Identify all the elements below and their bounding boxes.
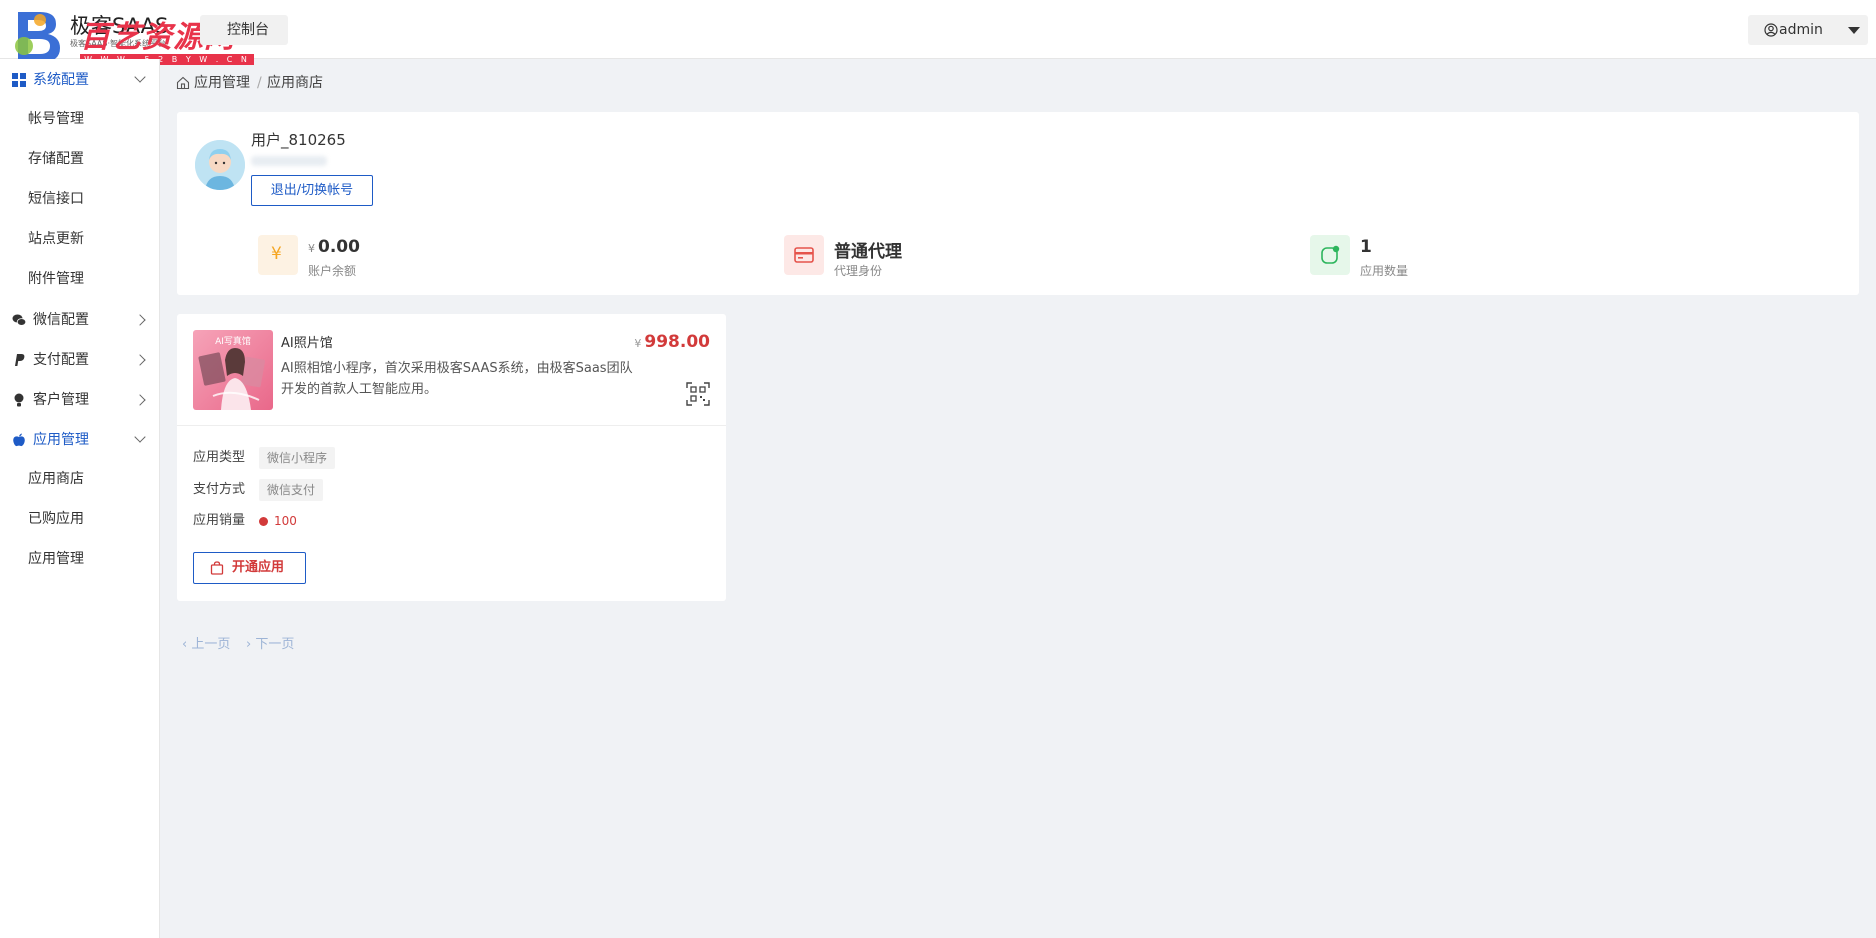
app-description: AI照相馆小程序，首次采用极客SAAS系统，由极客Saas团队开发的首款人工智能… — [281, 361, 633, 397]
sidebar-item-site-update[interactable]: 站点更新 — [28, 227, 84, 251]
sidebar-group-label: 应用管理 — [33, 432, 89, 448]
console-button[interactable]: 控制台 — [200, 15, 288, 45]
yen-icon: ¥ — [258, 235, 298, 275]
sidebar: 系统配置 帐号管理 存储配置 短信接口 站点更新 附件管理 微信配置 支付配置 … — [0, 59, 160, 938]
grid-icon — [12, 73, 26, 87]
sidebar-item-app-store[interactable]: 应用商店 — [28, 467, 84, 491]
sidebar-group-label: 客户管理 — [33, 392, 89, 408]
username: 用户_810265 — [251, 131, 346, 149]
shopping-bag-icon — [210, 561, 224, 575]
price-amount: 998.00 — [644, 332, 710, 352]
qr-code-icon[interactable] — [686, 382, 710, 406]
sidebar-item-attachments[interactable]: 附件管理 — [28, 267, 84, 291]
open-app-button[interactable]: 开通应用 — [193, 552, 306, 584]
open-app-label: 开通应用 — [232, 560, 285, 575]
stat-app-count-caption: 应用数量 — [1360, 264, 1409, 278]
chevron-down-icon — [134, 431, 146, 443]
profile-card: 用户_810265 退出/切换帐号 ¥ ¥0.00 账户余额 普通代理 代理身份 — [177, 112, 1859, 295]
chevron-down-icon — [134, 71, 146, 83]
sidebar-group-apps[interactable]: 应用管理 — [0, 425, 160, 455]
sidebar-item-account[interactable]: 帐号管理 — [28, 107, 84, 131]
apple-icon — [13, 433, 25, 447]
prev-page-link[interactable]: ‹ 上一页 — [182, 634, 230, 656]
user-menu-button[interactable]: admin — [1748, 15, 1868, 45]
app-sales-value: 100 — [274, 514, 297, 528]
breadcrumb-current: 应用商店 — [267, 75, 323, 91]
user-icon — [14, 393, 24, 407]
avatar — [195, 140, 245, 190]
user-circle-icon — [1764, 23, 1778, 37]
chevron-right-icon — [134, 314, 146, 326]
app-type-label: 应用类型 — [193, 450, 246, 465]
breadcrumb-parent[interactable]: 应用管理 — [194, 72, 250, 94]
user-name: admin — [1779, 22, 1823, 38]
currency-symbol: ¥ — [308, 242, 315, 255]
stat-balance-caption: 账户余额 — [308, 264, 357, 278]
top-header: 极客SAAS 极客SAAS·智能化系统平台 百艺资源网 W W W . 5 2 … — [0, 0, 1876, 65]
stat-balance-value: ¥0.00 — [308, 237, 360, 257]
sidebar-item-storage[interactable]: 存储配置 — [28, 147, 84, 171]
breadcrumb-separator: / — [257, 75, 262, 91]
sidebar-group-customers[interactable]: 客户管理 — [0, 385, 160, 415]
sidebar-group-label: 微信配置 — [33, 312, 89, 328]
app-name[interactable]: AI照片馆 — [281, 332, 333, 351]
divider — [177, 425, 726, 426]
logout-switch-button[interactable]: 退出/切换帐号 — [251, 175, 373, 206]
sidebar-item-purchased[interactable]: 已购应用 — [28, 507, 84, 531]
app-payment-tag: 微信支付 — [259, 479, 324, 501]
card-icon — [784, 235, 824, 275]
sidebar-item-sms[interactable]: 短信接口 — [28, 187, 84, 211]
sidebar-group-label: 支付配置 — [33, 352, 89, 368]
console-label: 控制台 — [227, 22, 269, 38]
app-type-tag: 微信小程序 — [259, 447, 336, 469]
currency-symbol: ¥ — [634, 337, 642, 350]
sidebar-group-wechat[interactable]: 微信配置 — [0, 305, 160, 335]
logo-mark-icon — [15, 12, 60, 62]
sales-dot-icon — [259, 517, 268, 526]
avatar-illustration-icon — [195, 140, 245, 190]
next-page-link[interactable]: › 下一页 — [246, 634, 294, 656]
sidebar-group-system[interactable]: 系统配置 — [0, 65, 160, 95]
app-payment-label: 支付方式 — [193, 482, 246, 497]
stat-agent-caption: 代理身份 — [834, 264, 883, 278]
wechat-icon — [12, 314, 26, 326]
next-page-label: 下一页 — [255, 637, 295, 652]
sidebar-item-app-manage[interactable]: 应用管理 — [28, 547, 84, 571]
sidebar-group-payment[interactable]: 支付配置 — [0, 345, 160, 375]
stat-app-count-value: 1 — [1360, 237, 1372, 257]
chevron-right-icon — [134, 394, 146, 406]
portrait-photo-icon — [198, 348, 265, 410]
stat-agent-value: 普通代理 — [834, 242, 902, 262]
chevron-right-icon — [134, 354, 146, 366]
sidebar-group-label: 系统配置 — [33, 72, 89, 88]
caret-down-icon — [1848, 27, 1860, 34]
app-count-icon — [1310, 235, 1350, 275]
prev-page-label: 上一页 — [191, 637, 231, 652]
balance-amount: 0.00 — [318, 237, 360, 257]
app-price: ¥998.00 — [634, 332, 710, 352]
blurred-info — [251, 156, 327, 166]
app-sales-label: 应用销量 — [193, 513, 246, 528]
paypal-icon — [15, 354, 25, 366]
app-thumbnail[interactable]: AI写真馆 — [193, 330, 273, 410]
home-icon — [176, 76, 190, 90]
app-card[interactable]: AI写真馆 AI照片馆 ¥998.00 AI照相馆小程序，首次采用极客SAAS系… — [177, 314, 726, 601]
